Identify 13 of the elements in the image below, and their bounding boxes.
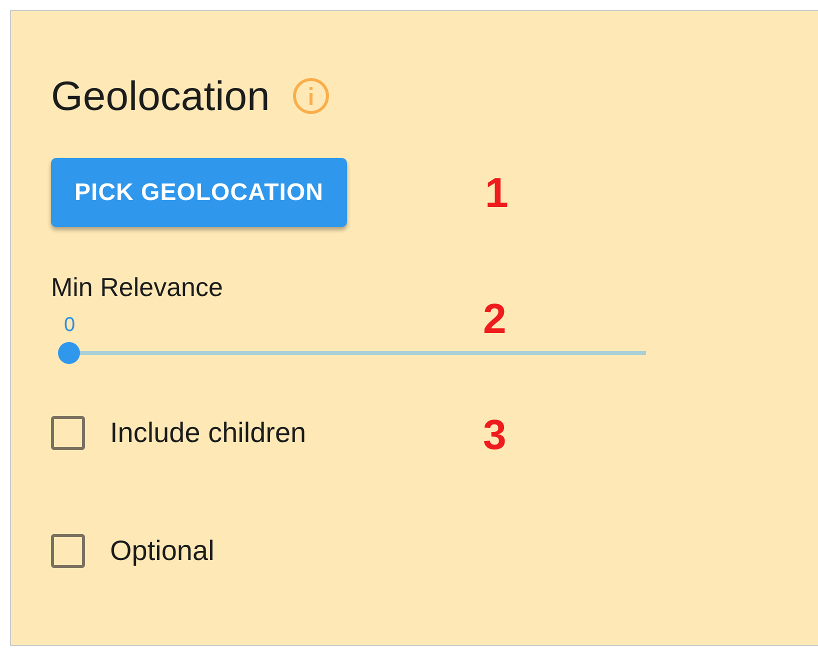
checkbox[interactable]	[51, 416, 85, 450]
checkbox-label: Optional	[110, 534, 214, 568]
annotation-number: 2	[483, 295, 506, 343]
checkbox[interactable]	[51, 534, 85, 568]
panel-title: Geolocation	[51, 76, 270, 116]
info-icon[interactable]	[292, 77, 330, 115]
slider-label: Min Relevance	[51, 271, 224, 303]
pick-geolocation-button[interactable]: PICK GEOLOCATION	[51, 158, 347, 227]
slider-value: 0	[64, 313, 76, 337]
slider-thumb[interactable]	[58, 342, 80, 364]
annotation-number: 3	[483, 411, 506, 459]
checkbox-label: Include children	[110, 416, 306, 450]
annotation-number: 1	[485, 168, 508, 218]
